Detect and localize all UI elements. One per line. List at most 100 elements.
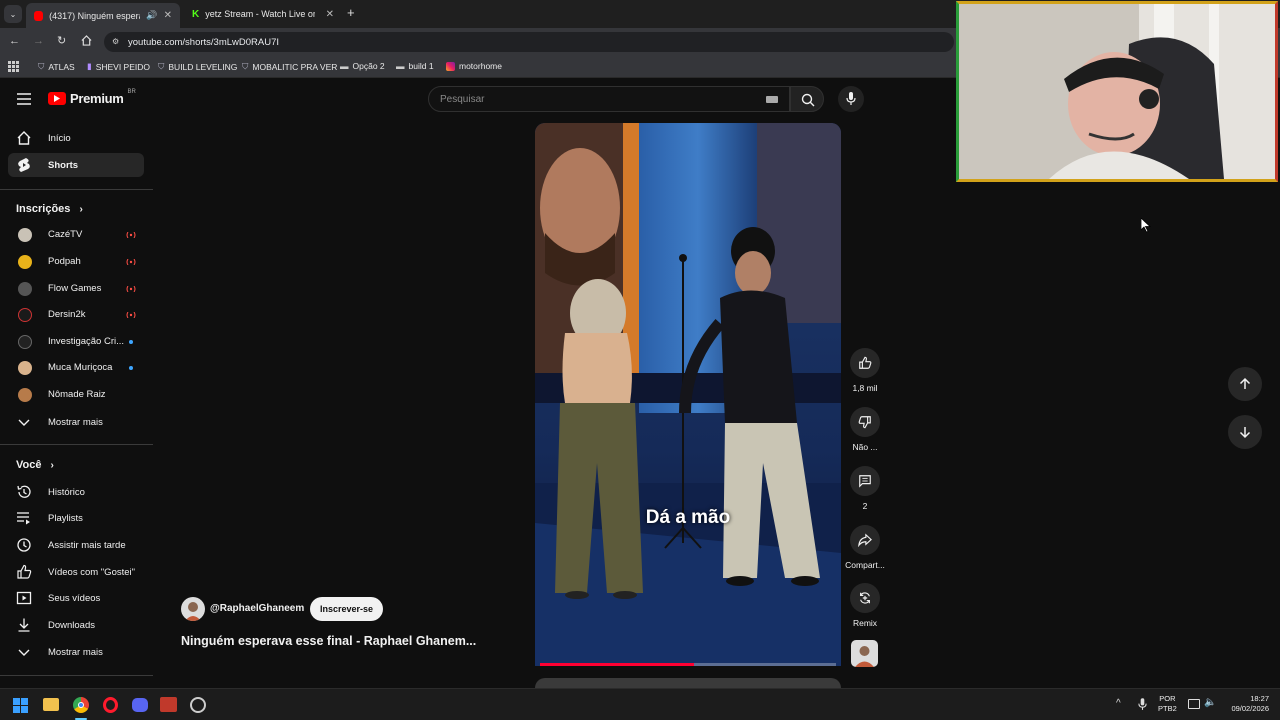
discord-icon[interactable]	[132, 698, 148, 712]
share-icon	[858, 533, 872, 547]
volume-icon[interactable]: 🔈	[1204, 697, 1216, 708]
bookmark-build1[interactable]: ▬ build 1	[396, 61, 434, 71]
short-title[interactable]: Ninguém esperava esse final - Raphael Gh…	[181, 634, 476, 648]
bookmark-motorhome[interactable]: motorhome	[446, 61, 502, 71]
game-app-icon[interactable]	[160, 697, 177, 712]
sidebar-item-watch-later[interactable]: Assistir mais tarde	[8, 533, 144, 557]
region-label: BR	[127, 88, 136, 95]
bookmark-mobalitic[interactable]: ⛉ MOBALITIC PRA VER	[242, 61, 337, 72]
sidebar-item-label: Playlists	[48, 513, 83, 524]
bookmark-favicon-icon: ▬	[396, 61, 405, 71]
you-heading[interactable]: Você ›	[16, 459, 54, 471]
chevron-up-icon[interactable]: ^	[1116, 698, 1121, 709]
reload-icon[interactable]: ↻	[57, 34, 66, 47]
sidebar-item-home[interactable]: Início	[8, 126, 144, 150]
bookmark-shevi[interactable]: ▮ SHEVI PEIDO	[87, 61, 150, 72]
kick-favicon-icon: K	[192, 8, 200, 20]
share-button[interactable]: Compart...	[842, 525, 888, 570]
next-short-button[interactable]	[1228, 415, 1262, 449]
previous-short-button[interactable]	[1228, 367, 1262, 401]
subscription-muca-muricoca[interactable]: Muca Muriçoca	[8, 356, 144, 380]
subscription-label: Flow Games	[48, 283, 102, 294]
tab-youtube[interactable]: (4317) Ninguém esperava e 🔊 ✕	[26, 3, 180, 28]
video-icon	[16, 590, 32, 606]
new-tab-button[interactable]: +	[347, 5, 355, 20]
subscription-investigacao[interactable]: Investigação Cri...	[8, 330, 144, 354]
obs-icon[interactable]	[190, 697, 206, 713]
home-browser-icon[interactable]	[81, 35, 92, 46]
channel-name[interactable]: @RaphaelGhaneem	[210, 603, 304, 614]
date-label: 09/02/2026	[1231, 704, 1269, 713]
show-more-subscriptions[interactable]: Mostrar mais	[8, 410, 144, 434]
voice-search-button[interactable]	[838, 86, 864, 112]
address-bar[interactable]: ⚙ youtube.com/shorts/3mLwD0RAU7I	[104, 32, 954, 52]
clock[interactable]: 18:27 09/02/2026	[1225, 694, 1269, 714]
language-indicator[interactable]: POR PTB2	[1158, 694, 1177, 714]
subscribe-button[interactable]: Inscrever-se	[310, 597, 383, 621]
channel-avatar[interactable]	[181, 597, 205, 621]
subscription-flow-games[interactable]: Flow Games	[8, 277, 144, 301]
you-title: Você	[16, 459, 42, 471]
sidebar-item-label: Seus vídeos	[48, 593, 101, 604]
close-tab-icon[interactable]: ✕	[326, 9, 334, 20]
close-tab-icon[interactable]: ✕	[164, 10, 172, 21]
dislike-label: Não ...	[852, 442, 878, 452]
sidebar-item-label: Início	[48, 133, 71, 144]
sound-thumbnail[interactable]	[851, 640, 878, 667]
bookmark-opcao2[interactable]: ▬ Opção 2	[340, 61, 385, 71]
subscription-label: CazéTV	[48, 229, 83, 240]
instagram-icon	[446, 61, 455, 71]
download-icon	[16, 617, 32, 633]
chevron-down-icon	[16, 644, 32, 660]
tab-search-button[interactable]: ⌄	[4, 5, 22, 23]
chrome-icon[interactable]	[73, 697, 89, 713]
short-video-player[interactable]: Dá a mão	[535, 123, 841, 666]
subscriptions-heading[interactable]: Inscrições ›	[16, 203, 83, 215]
subscription-dersin2k[interactable]: Dersin2k	[8, 303, 144, 327]
sidebar-item-playlists[interactable]: Playlists	[8, 506, 144, 530]
comments-button[interactable]: 2	[848, 466, 882, 511]
menu-icon[interactable]	[17, 93, 31, 105]
sidebar-item-shorts[interactable]: Shorts	[8, 153, 144, 177]
search-input[interactable]: Pesquisar	[428, 86, 790, 112]
search-button[interactable]	[790, 86, 824, 112]
subscribe-label: Inscrever-se	[319, 604, 374, 614]
bookmark-build-leveling[interactable]: ⛉ BUILD LEVELING	[158, 61, 237, 72]
network-icon[interactable]	[1188, 699, 1200, 709]
forward-icon[interactable]: →	[33, 35, 44, 47]
show-more-you[interactable]: Mostrar mais	[8, 640, 144, 664]
site-info-icon[interactable]: ⚙	[112, 37, 119, 46]
speaker-icon[interactable]: 🔊	[146, 10, 157, 21]
bookmark-atlas[interactable]: ⛉ ATLAS	[38, 61, 75, 72]
tab-kick[interactable]: K yetz Stream - Watch Live on Ki ✕	[184, 3, 342, 25]
apps-grid-icon[interactable]	[8, 61, 19, 72]
back-icon[interactable]: ←	[9, 35, 20, 47]
sidebar-item-label: Assistir mais tarde	[48, 540, 126, 551]
sidebar-item-your-videos[interactable]: Seus vídeos	[8, 586, 144, 610]
like-button[interactable]: 1,8 mil	[848, 348, 882, 393]
next-short-preview[interactable]	[535, 678, 841, 688]
microphone-tray-icon[interactable]	[1138, 698, 1147, 711]
keyboard-icon[interactable]	[766, 96, 778, 103]
sidebar-divider	[0, 189, 153, 190]
opera-icon[interactable]	[103, 697, 118, 713]
sidebar-item-downloads[interactable]: Downloads	[8, 613, 144, 637]
subscription-nomade-raiz[interactable]: Nômade Raiz	[8, 383, 144, 407]
share-label: Compart...	[845, 560, 885, 570]
comment-count: 2	[862, 501, 868, 511]
dislike-button[interactable]: Não ...	[848, 407, 882, 452]
sidebar-item-history[interactable]: Histórico	[8, 480, 144, 504]
subscription-podpah[interactable]: Podpah	[8, 250, 144, 274]
bookmark-label: build 1	[408, 61, 434, 71]
windows-start-icon[interactable]	[13, 698, 28, 713]
bookmark-label: Opção 2	[352, 61, 385, 71]
sidebar-item-label: Histórico	[48, 487, 85, 498]
progress-track[interactable]	[540, 663, 836, 666]
file-explorer-icon[interactable]	[43, 698, 59, 711]
subscription-cazetv[interactable]: CazéTV	[8, 223, 144, 247]
sidebar-item-liked-videos[interactable]: Vídeos com "Gostei"	[8, 560, 144, 584]
avatar	[18, 228, 32, 242]
youtube-premium-logo[interactable]: Premium BR	[48, 88, 136, 106]
remix-button[interactable]: Remix	[848, 583, 882, 628]
avatar	[18, 255, 32, 269]
